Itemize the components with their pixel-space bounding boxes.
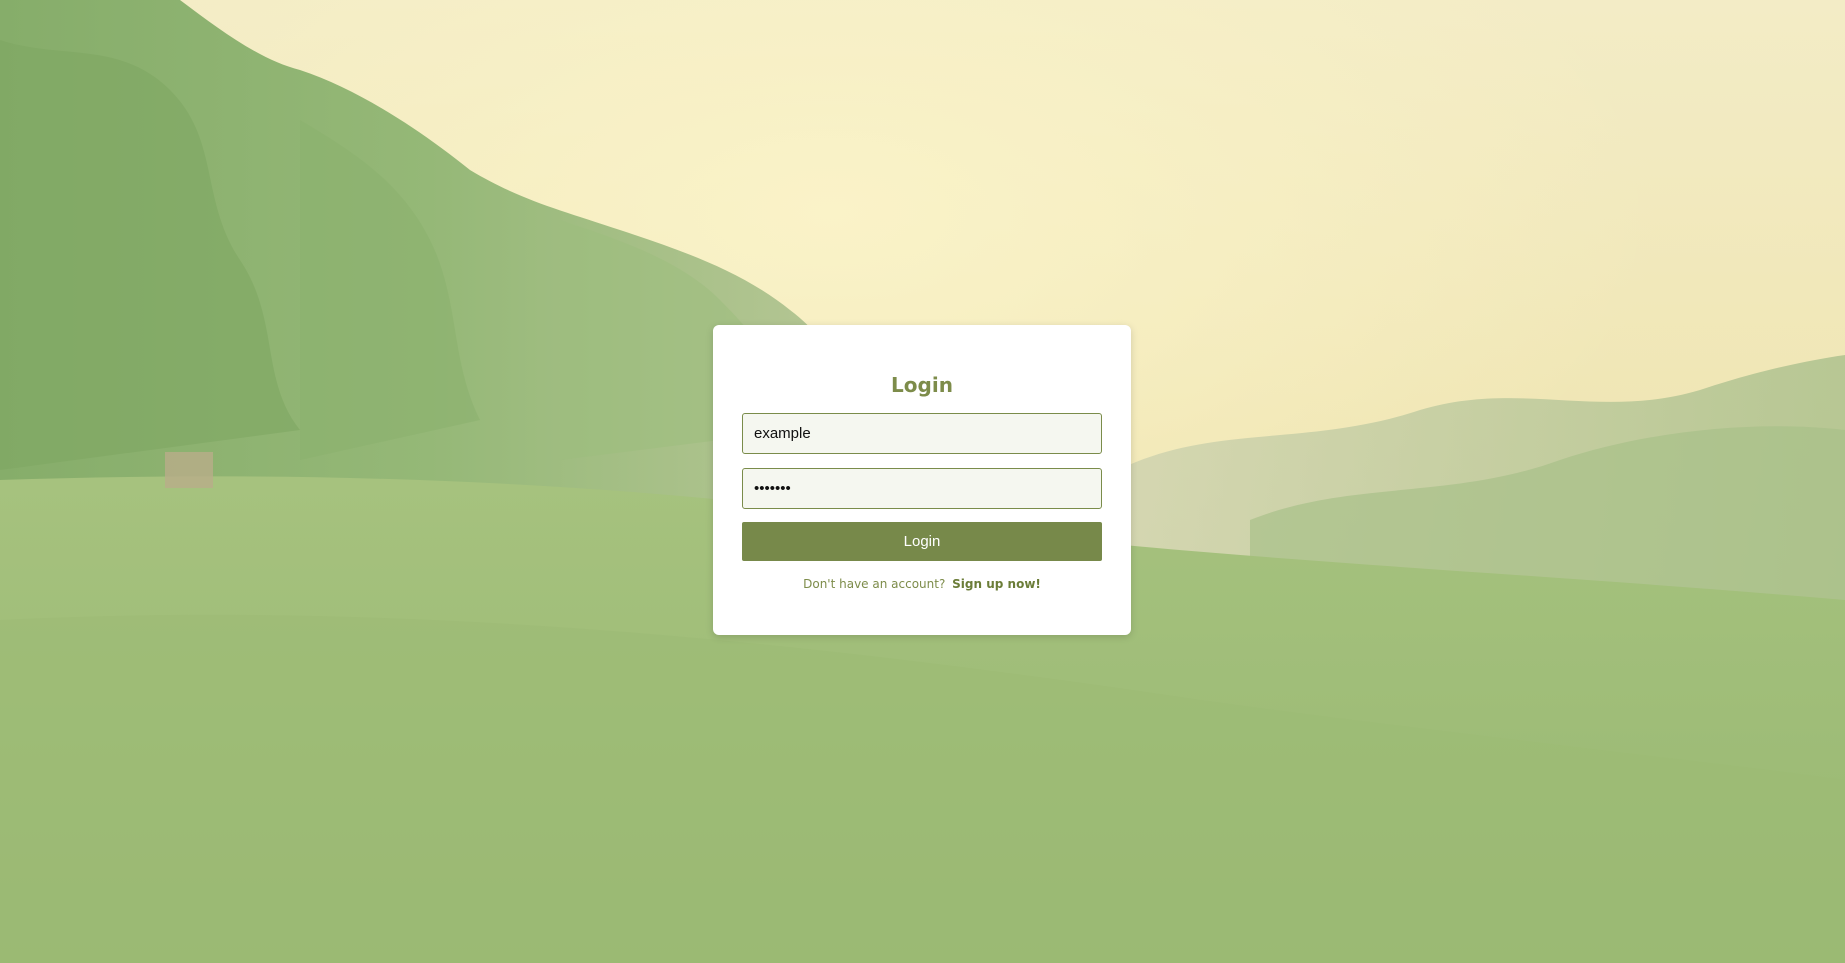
password-input[interactable]: [742, 468, 1102, 509]
signup-prompt: Don't have an account?: [803, 577, 946, 591]
signup-row: Don't have an account? Sign up now!: [742, 577, 1102, 591]
login-button[interactable]: Login: [742, 522, 1102, 561]
login-page: Login Login Don't have an account? Sign …: [0, 0, 1845, 963]
signup-link[interactable]: Sign up now!: [952, 577, 1041, 591]
username-input[interactable]: [742, 413, 1102, 454]
login-card: Login Login Don't have an account? Sign …: [713, 325, 1131, 635]
login-title: Login: [891, 373, 953, 397]
